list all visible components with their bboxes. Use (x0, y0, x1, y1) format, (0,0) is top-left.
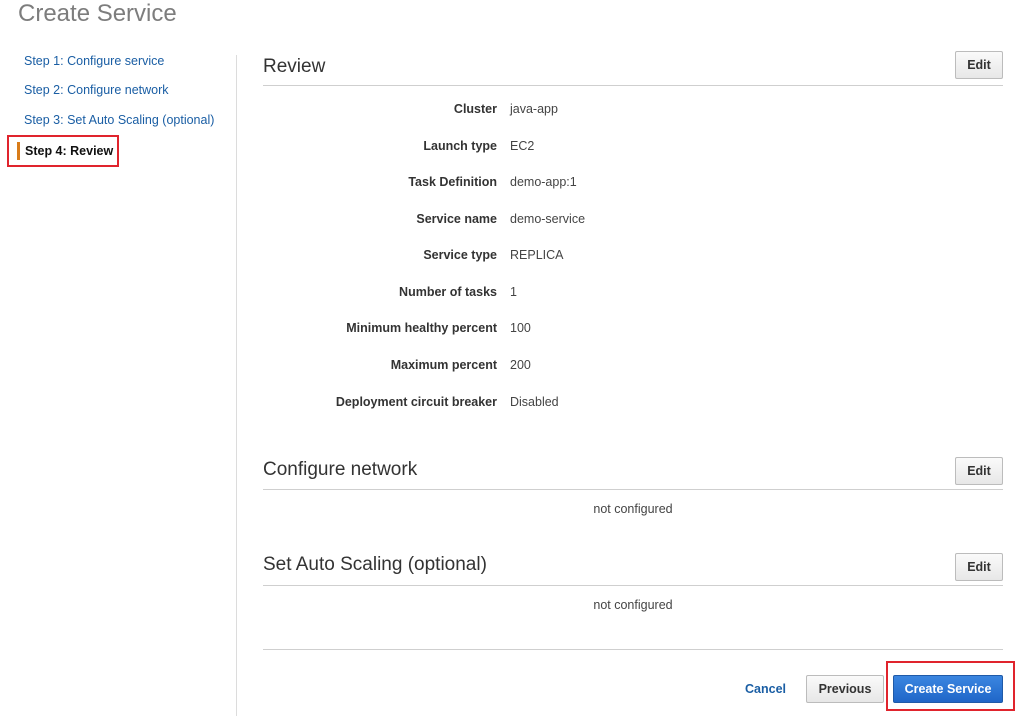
autoscaling-section-rule (263, 585, 1003, 586)
field-value: 200 (510, 358, 531, 372)
field-label: Number of tasks (399, 285, 497, 299)
autoscaling-status: not configured (593, 598, 673, 612)
field-label: Task Definition (408, 175, 497, 189)
step-set-auto-scaling[interactable]: Step 3: Set Auto Scaling (optional) (24, 113, 214, 127)
field-value: java-app (510, 102, 558, 116)
review-row-deployment-circuit-breaker: Deployment circuit breaker Disabled (263, 395, 1003, 413)
review-section-title: Review (263, 56, 326, 77)
page-title: Create Service (18, 0, 177, 27)
field-label: Cluster (453, 102, 497, 116)
active-step-marker (17, 142, 20, 160)
field-value: EC2 (510, 139, 535, 153)
field-value: Disabled (510, 395, 559, 409)
review-row-cluster: Cluster java-app (263, 102, 1003, 120)
field-label: Maximum percent (390, 358, 497, 372)
field-label: Service type (423, 248, 497, 262)
step-review-highlight[interactable]: Step 4: Review (7, 135, 119, 167)
field-label: Service name (416, 212, 497, 226)
field-label: Minimum healthy percent (346, 321, 497, 335)
review-row-service-type: Service type REPLICA (263, 248, 1003, 266)
step-configure-network[interactable]: Step 2: Configure network (24, 83, 169, 97)
create-service-button[interactable]: Create Service (893, 675, 1003, 703)
field-value: demo-app:1 (510, 175, 577, 189)
step-review: Step 4: Review (25, 144, 114, 158)
footer-rule (263, 649, 1003, 650)
vertical-divider (236, 55, 237, 716)
network-edit-button[interactable]: Edit (955, 457, 1003, 485)
field-value: demo-service (510, 212, 586, 226)
review-row-min-healthy-percent: Minimum healthy percent 100 (263, 321, 1003, 339)
field-label: Launch type (423, 139, 497, 153)
review-edit-button[interactable]: Edit (955, 51, 1003, 79)
step-configure-service[interactable]: Step 1: Configure service (24, 54, 164, 68)
network-status: not configured (593, 502, 673, 516)
field-label: Deployment circuit breaker (335, 395, 497, 409)
review-row-number-of-tasks: Number of tasks 1 (263, 285, 1003, 303)
previous-button[interactable]: Previous (806, 675, 884, 703)
autoscaling-edit-button[interactable]: Edit (955, 553, 1003, 581)
cancel-link[interactable]: Cancel (745, 682, 786, 696)
network-section-rule (263, 489, 1003, 490)
review-section-rule (263, 85, 1003, 86)
review-row-service-name: Service name demo-service (263, 212, 1003, 230)
field-value: REPLICA (510, 248, 564, 262)
network-section-title: Configure network (263, 459, 418, 480)
review-row-launch-type: Launch type EC2 (263, 139, 1003, 157)
field-value: 1 (510, 285, 517, 299)
review-row-task-definition: Task Definition demo-app:1 (263, 175, 1003, 193)
autoscaling-section-title: Set Auto Scaling (optional) (263, 554, 487, 575)
field-value: 100 (510, 321, 531, 335)
review-row-max-percent: Maximum percent 200 (263, 358, 1003, 376)
